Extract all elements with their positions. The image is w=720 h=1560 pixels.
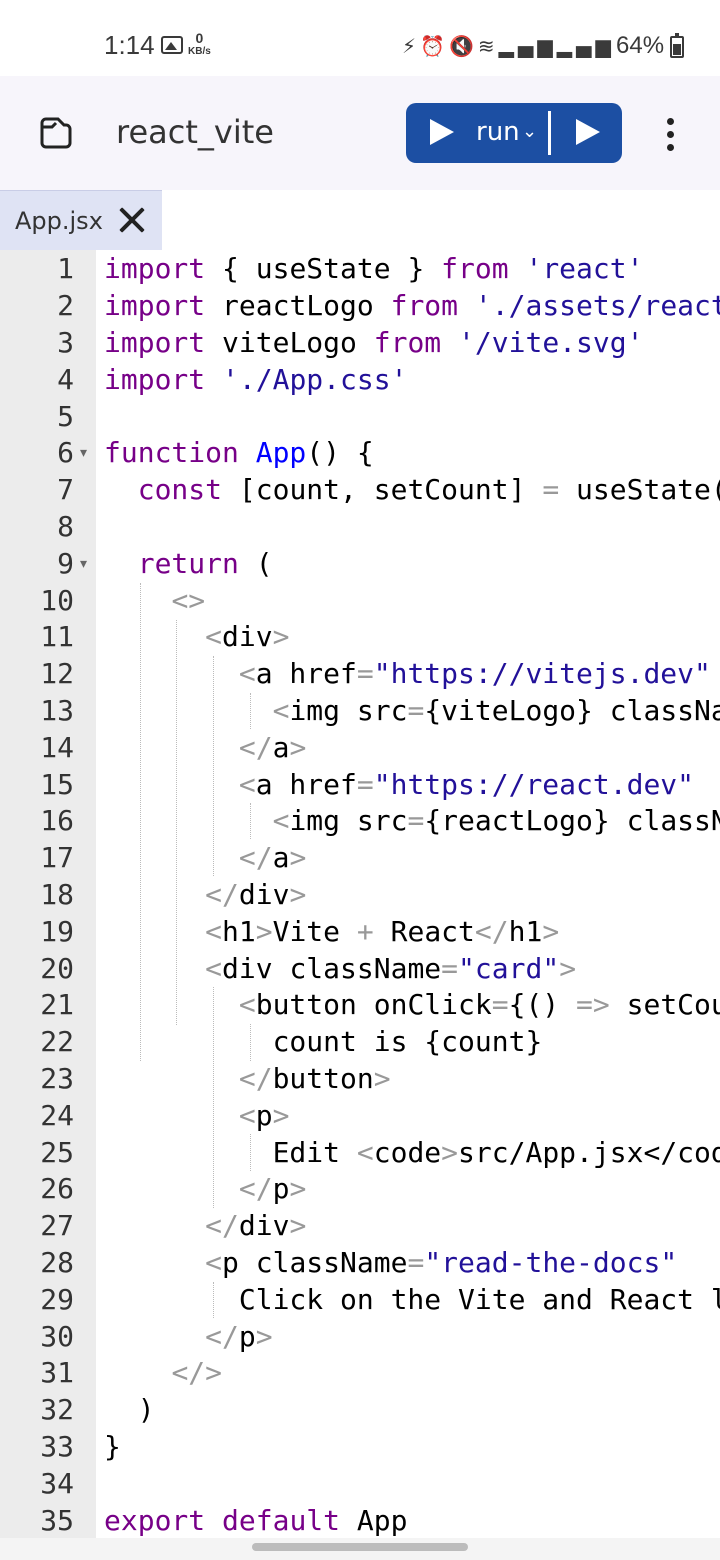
code-line: 15 <a href="https://react.dev" <box>40 767 695 801</box>
code-line: 26 </p> <box>40 1172 307 1206</box>
more-options-icon[interactable] <box>660 116 680 152</box>
status-icons: ⚡⏰🔇≋▂▄▆▂▄▆ <box>402 34 615 58</box>
code-line: 35 export default App <box>40 1503 408 1537</box>
close-icon[interactable] <box>118 206 146 234</box>
fold-arrow-icon[interactable]: ▾ <box>80 435 87 472</box>
run-label: run <box>476 117 520 147</box>
battery-percent: 64% <box>616 32 665 59</box>
battery-saver-icon: ⚡ <box>402 34 421 58</box>
home-indicator[interactable] <box>252 1543 468 1551</box>
code-line: 29 Click on the Vite and React logos to … <box>40 1282 720 1316</box>
code-line: 25 Edit <code>src/App.jsx</code> and sav… <box>40 1135 720 1169</box>
code-line: 11 <div> <box>40 620 290 654</box>
code-line: 32 ) <box>40 1393 155 1427</box>
code-line: 21 <button onClick={() => setCount((coun… <box>40 988 720 1022</box>
code-line: 4 import './App.css' <box>57 362 408 396</box>
code-line: 20 <div className="card"> <box>40 951 577 985</box>
status-time: 1:14 <box>104 30 155 60</box>
tab-label: App.jsx <box>15 207 103 235</box>
code-line: 7 const [count, setCount] = useState(0) <box>57 473 720 507</box>
code-line: 24 <p> <box>40 1098 290 1132</box>
play-icon <box>430 119 454 145</box>
chevron-down-icon[interactable]: ⌄ <box>522 121 537 142</box>
code-line: 33} <box>40 1430 121 1463</box>
code-line: 17 </a> <box>40 841 307 875</box>
code-line: 22 count is {count} <box>40 1025 543 1059</box>
toolbar: react_vite run ⌄ <box>0 76 720 190</box>
code-line: 13 <img src={viteLogo} className <box>40 694 720 727</box>
gallery-icon <box>161 36 183 54</box>
code-editor[interactable]: 1 import { useState } from 'react' 2 impor… <box>0 250 720 1540</box>
code-line: 5 <box>57 399 74 433</box>
code-line: 14 </a> <box>40 730 307 764</box>
code-line: 23 </button> <box>40 1062 391 1095</box>
battery-icon <box>670 33 684 58</box>
fold-arrow-icon[interactable]: ▾ <box>80 546 87 583</box>
alarm-icon: ⏰ <box>420 34 449 58</box>
code-line: 6 ▾ function App() { <box>0 435 720 472</box>
mute-icon: 🔇 <box>448 34 478 58</box>
folder-icon[interactable] <box>38 115 74 151</box>
code-line: 27 </div> <box>40 1209 307 1243</box>
code-line: 31 </> <box>40 1356 223 1390</box>
play-icon[interactable] <box>576 119 600 145</box>
code-line: 18 </div> <box>40 878 307 911</box>
code-line: 28 <p className="read-the-docs" <box>40 1246 678 1279</box>
signal-icon: ▂▄▆ <box>498 34 557 58</box>
code-line: 30 </p> <box>40 1319 273 1353</box>
code-line: 1 import { useState } from 'react' <box>57 252 644 286</box>
code-line: 9 ▾ return ( <box>0 546 720 583</box>
code-line: 8 <box>57 510 74 543</box>
status-bar: 1:14 0 KB/s ⚡⏰🔇≋▂▄▆▂▄▆ 64% <box>0 0 720 76</box>
tab-app-jsx[interactable]: App.jsx <box>0 190 162 250</box>
code-line: 34 <box>40 1466 74 1500</box>
network-speed: 0 KB/s <box>188 30 211 57</box>
signal-icon: ▂▄▆ <box>556 34 615 58</box>
code-line: 2import reactLogo from './assets/react.s… <box>57 289 720 323</box>
tab-bar: App.jsx <box>0 190 720 250</box>
code-line: 16 <img src={reactLogo} className <box>40 804 720 838</box>
project-title: react_vite <box>116 113 274 151</box>
code-line: 10 <> <box>40 583 206 617</box>
wifi-icon: ≋ <box>477 34 499 58</box>
code-line: 3 import viteLogo from '/vite.svg' <box>57 326 644 359</box>
run-divider <box>548 111 551 155</box>
code-line: 12 <a href="https://vitejs.dev" <box>40 657 711 691</box>
code-line: 19 <h1>Vite + React</h1> <box>40 914 560 948</box>
run-button[interactable]: run ⌄ <box>406 103 622 163</box>
